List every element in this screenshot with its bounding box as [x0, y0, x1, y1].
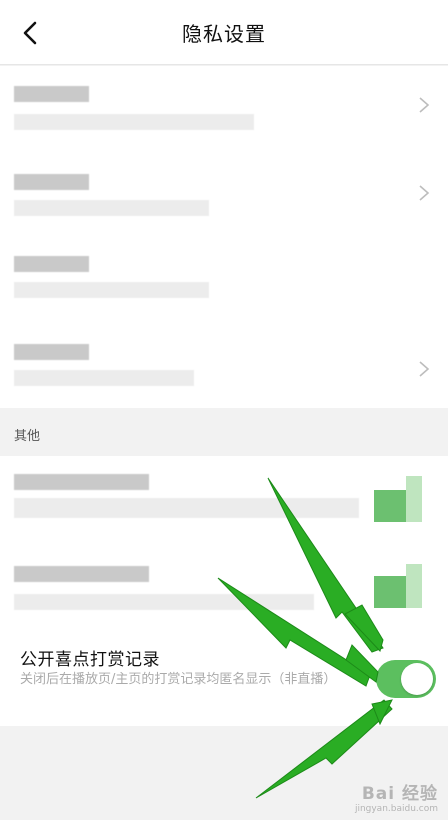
toggle-switch-blurred[interactable] [374, 490, 406, 522]
reward-record-toggle[interactable] [376, 660, 436, 698]
other-row[interactable] [0, 554, 448, 640]
privacy-row[interactable] [0, 152, 448, 238]
reward-record-title: 公开喜点打赏记录 [20, 650, 160, 670]
chevron-right-icon [419, 361, 430, 377]
chevron-right-icon [419, 185, 430, 201]
privacy-row[interactable] [0, 324, 448, 408]
other-row[interactable] [0, 456, 448, 542]
top-bar: 隐私设置 [0, 0, 448, 65]
watermark: Bai 经验 jingyan.baidu.com [354, 784, 438, 814]
privacy-row[interactable] [0, 238, 448, 324]
chevron-right-icon [419, 97, 430, 113]
privacy-options-panel [0, 66, 448, 408]
toggle-knob [401, 663, 433, 695]
page-title: 隐私设置 [182, 22, 266, 46]
section-label-other: 其他 [14, 429, 41, 444]
toggle-switch-blurred[interactable] [374, 576, 406, 608]
privacy-row[interactable] [0, 66, 448, 152]
reward-record-description: 关闭后在播放页/主页的打赏记录均匿名显示（非直播） [20, 672, 337, 687]
